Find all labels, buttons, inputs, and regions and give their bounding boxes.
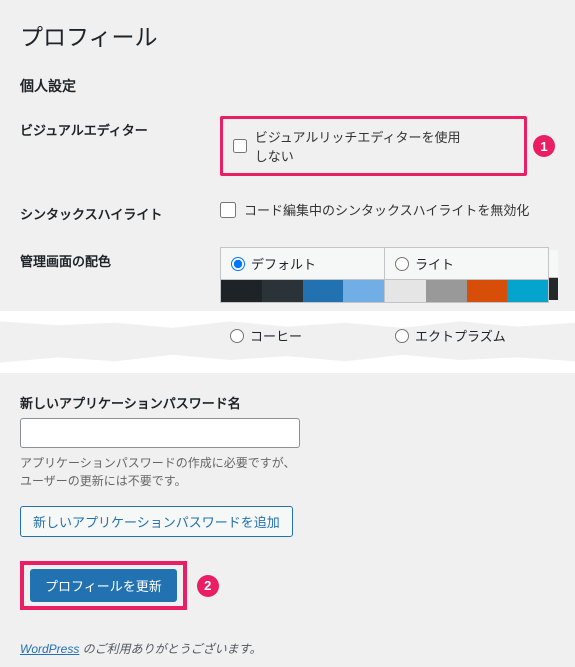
helper-app-password: アプリケーションパスワードの作成に必要ですが、 ユーザーの更新には不要です。 — [20, 454, 555, 490]
wordpress-link[interactable]: WordPress — [20, 642, 79, 656]
checkbox-syntax[interactable] — [220, 202, 236, 218]
badge-2: 2 — [197, 575, 219, 597]
swatches-default — [221, 280, 384, 302]
label-app-password-name: 新しいアプリケーションパスワード名 — [20, 393, 555, 412]
app-password-section: 新しいアプリケーションパスワード名 アプリケーションパスワードの作成に必要ですが… — [0, 387, 575, 543]
footer-text: のご利用ありがとうございます。 — [79, 642, 261, 656]
radio-coffee[interactable] — [230, 329, 244, 343]
scheme-name-default: デフォルト — [251, 254, 316, 273]
scheme-partial — [548, 250, 558, 300]
footer: WordPress のご利用ありがとうございます。 — [0, 620, 575, 667]
highlight-visual-editor: ビジュアルリッチエディターを使用しない — [220, 116, 527, 176]
row-admin-color: 管理画面の配色 デフォルト ライト — [0, 235, 575, 314]
scheme-name-coffee: コーヒー — [250, 326, 302, 345]
radio-ectoplasm[interactable] — [395, 329, 409, 343]
label-syntax: シンタックスハイライト — [20, 200, 220, 223]
radio-light[interactable] — [395, 257, 409, 271]
label-admin-color: 管理画面の配色 — [20, 247, 220, 270]
input-app-password-name[interactable] — [20, 418, 300, 448]
scheme-light[interactable]: ライト — [384, 247, 549, 303]
row-syntax-highlight: シンタックスハイライト コード編集中のシンタックスハイライトを無効化 — [0, 188, 575, 235]
badge-1: 1 — [533, 135, 555, 157]
checkbox-visual-editor[interactable] — [233, 138, 247, 154]
label-visual-editor: ビジュアルエディター — [20, 116, 220, 139]
checkbox-label-syntax: コード編集中のシンタックスハイライトを無効化 — [244, 200, 529, 219]
radio-default[interactable] — [231, 257, 245, 271]
row-visual-editor: ビジュアルエディター ビジュアルリッチエディターを使用しない 1 — [0, 104, 575, 188]
scheme-name-ectoplasm: エクトプラズム — [415, 326, 506, 345]
update-profile-button[interactable]: プロフィールを更新 — [30, 569, 177, 602]
checkbox-label-visual-editor: ビジュアルリッチエディターを使用しない — [255, 127, 464, 165]
page-title: プロフィール — [0, 0, 575, 56]
submit-row: プロフィールを更新 2 — [0, 543, 575, 620]
scheme-default[interactable]: デフォルト — [220, 247, 385, 303]
scheme-name-light: ライト — [415, 254, 454, 273]
section-personal-settings: 個人設定 — [0, 56, 575, 104]
add-app-password-button[interactable]: 新しいアプリケーションパスワードを追加 — [20, 506, 293, 537]
highlight-submit: プロフィールを更新 — [20, 561, 187, 610]
swatches-light — [385, 280, 548, 302]
